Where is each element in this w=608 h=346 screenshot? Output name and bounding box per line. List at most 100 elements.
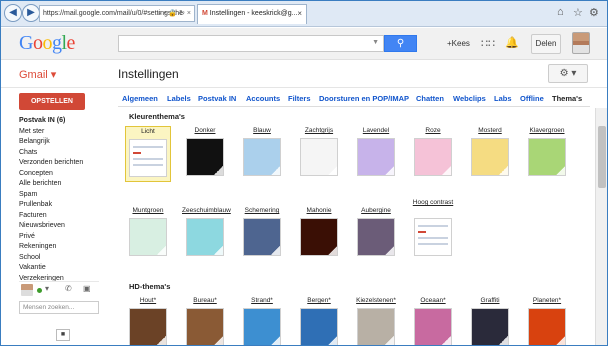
sidebar-item[interactable]: Chats <box>19 148 111 159</box>
settings-tab[interactable]: Labs <box>494 94 512 103</box>
phone-icon[interactable]: ✆ <box>65 284 72 293</box>
theme-option[interactable]: Bureau* <box>182 296 228 345</box>
theme-name: Strand* <box>251 297 273 304</box>
gmail-header: Google ▼ ⚲ +Kees ∷∷ 🔔 Delen <box>1 28 607 60</box>
settings-gear-button[interactable]: ⚙ ▾ <box>548 64 588 83</box>
browser-tab[interactable]: M Instellingen - keeskrick@g... × <box>197 4 307 24</box>
settings-tab[interactable]: Postvak IN <box>198 94 236 103</box>
close-tab-icon[interactable]: × <box>297 5 302 23</box>
theme-swatch <box>186 218 224 256</box>
address-bar-icons[interactable]: ⌕ ▾ 🔒 ↻ × <box>158 6 191 21</box>
theme-option[interactable]: Blauw <box>239 126 285 182</box>
sidebar-item[interactable]: Met ster <box>19 127 111 138</box>
search-button[interactable]: ⚲ <box>384 35 417 52</box>
theme-option[interactable]: Graffiti <box>467 296 513 345</box>
google-logo[interactable]: Google <box>19 32 75 55</box>
chat-bubble-icon[interactable]: ■ <box>56 329 70 341</box>
left-nav: OPSTELLEN Postvak IN (6) Met ster Belangri… <box>1 89 111 345</box>
sidebar-item[interactable]: Concepten <box>19 169 111 180</box>
theme-swatch <box>129 139 167 177</box>
sidebar-item[interactable]: Postvak IN (6) <box>19 116 111 127</box>
chat-avatar[interactable] <box>21 284 33 296</box>
settings-tab[interactable]: Doorsturen en POP/IMAP <box>319 94 409 103</box>
settings-tab[interactable]: Algemeen <box>122 94 158 103</box>
chat-status-icon[interactable] <box>37 288 42 293</box>
theme-option[interactable]: Aubergine <box>353 206 399 262</box>
theme-option[interactable]: Oceaan* <box>410 296 456 345</box>
theme-option[interactable]: Kiezelstenen* <box>353 296 399 345</box>
theme-option[interactable]: Klavergroen <box>524 126 570 182</box>
status-dropdown-icon[interactable]: ▾ <box>45 284 49 293</box>
search-input[interactable]: ▼ <box>118 35 384 52</box>
theme-option[interactable]: Bergen* <box>296 296 342 345</box>
account-link[interactable]: +Kees <box>447 39 470 48</box>
preview-line <box>133 164 163 166</box>
theme-option[interactable]: Licht <box>125 126 171 182</box>
theme-name: Kiezelstenen* <box>356 297 396 304</box>
settings-tab[interactable]: Filters <box>288 94 311 103</box>
theme-option[interactable]: Mahonie <box>296 206 342 262</box>
theme-option[interactable]: Donker <box>182 126 228 182</box>
sidebar-item[interactable]: Verzonden berichten <box>19 158 111 169</box>
notifications-bell-icon[interactable]: 🔔 <box>505 36 519 49</box>
theme-swatch <box>414 218 452 256</box>
theme-name: Graffiti <box>480 297 500 304</box>
settings-tab[interactable]: Thema's <box>552 94 583 103</box>
sidebar-item[interactable]: Belangrijk <box>19 137 111 148</box>
theme-option[interactable]: Muntgroen <box>125 206 171 262</box>
search-options-icon[interactable]: ▼ <box>372 39 379 46</box>
sidebar-item[interactable]: Spam <box>19 190 111 201</box>
share-button[interactable]: Delen <box>531 34 561 54</box>
theme-swatch <box>186 138 224 176</box>
settings-tab[interactable]: Accounts <box>246 94 280 103</box>
settings-tab[interactable]: Offline <box>520 94 544 103</box>
address-bar[interactable]: https://mail.google.com/mail/u/0/#settin… <box>39 5 195 22</box>
theme-option[interactable]: Mosterd <box>467 126 513 182</box>
favorites-icon[interactable]: ☆ <box>573 6 583 19</box>
theme-swatch <box>243 308 281 345</box>
theme-option[interactable]: Schemering <box>239 206 285 262</box>
avatar[interactable] <box>572 32 590 54</box>
settings-tabs: Algemeen Labels Postvak IN Accounts Filters D… <box>118 89 590 107</box>
back-icon[interactable]: ◀ <box>4 4 22 22</box>
settings-tab[interactable]: Labels <box>167 94 191 103</box>
scrollbar-thumb[interactable] <box>598 126 606 188</box>
sidebar-item[interactable]: Facturen <box>19 211 111 222</box>
theme-option[interactable]: Strand* <box>239 296 285 345</box>
video-icon[interactable]: ▣ <box>83 284 91 293</box>
theme-name: Roze <box>425 127 441 134</box>
theme-option[interactable]: Roze <box>410 126 456 182</box>
page-title: Instellingen <box>118 67 179 81</box>
sidebar-item[interactable]: Nieuwsbrieven <box>19 221 111 232</box>
theme-option[interactable]: Zeeschuimblauw <box>182 206 231 262</box>
settings-tab[interactable]: Chatten <box>416 94 444 103</box>
gear-icon[interactable]: ⚙ <box>589 6 599 19</box>
settings-tab[interactable]: Webclips <box>453 94 486 103</box>
apps-grid-icon[interactable]: ∷∷ <box>481 37 495 50</box>
theme-swatch <box>300 308 338 345</box>
theme-option[interactable]: Lavendel <box>353 126 399 182</box>
gmail-app-switcher[interactable]: Gmail ▾ <box>19 68 56 81</box>
theme-option[interactable]: Hoog contrast <box>410 199 456 262</box>
theme-option[interactable]: Hout* <box>125 296 171 345</box>
compose-button[interactable]: OPSTELLEN <box>19 93 85 110</box>
sidebar-item[interactable]: Prullenbak <box>19 200 111 211</box>
theme-swatch <box>300 218 338 256</box>
sidebar-item[interactable]: Vakantie <box>19 263 111 274</box>
people-search-input[interactable]: Mensen zoeken... <box>19 301 99 314</box>
sidebar-item[interactable]: Privé <box>19 232 111 243</box>
themes-panel: Kleurenthema's HD-thema's Licht Donker Bla… <box>118 108 595 345</box>
sidebar-item[interactable]: School <box>19 253 111 264</box>
theme-option[interactable]: Zachtgrijs <box>296 126 342 182</box>
theme-option[interactable]: Planeten* <box>524 296 570 345</box>
theme-name: Aubergine <box>361 207 391 214</box>
sidebar-item[interactable]: Alle berichten <box>19 179 111 190</box>
color-themes-heading: Kleurenthema's <box>129 112 185 121</box>
theme-swatch <box>129 218 167 256</box>
sidebar-item[interactable]: Rekeningen <box>19 242 111 253</box>
scrollbar[interactable] <box>595 108 607 345</box>
forward-icon[interactable]: ▶ <box>22 4 40 22</box>
theme-swatch <box>528 308 566 345</box>
home-icon[interactable]: ⌂ <box>557 6 564 18</box>
theme-name: Bureau* <box>193 297 217 304</box>
